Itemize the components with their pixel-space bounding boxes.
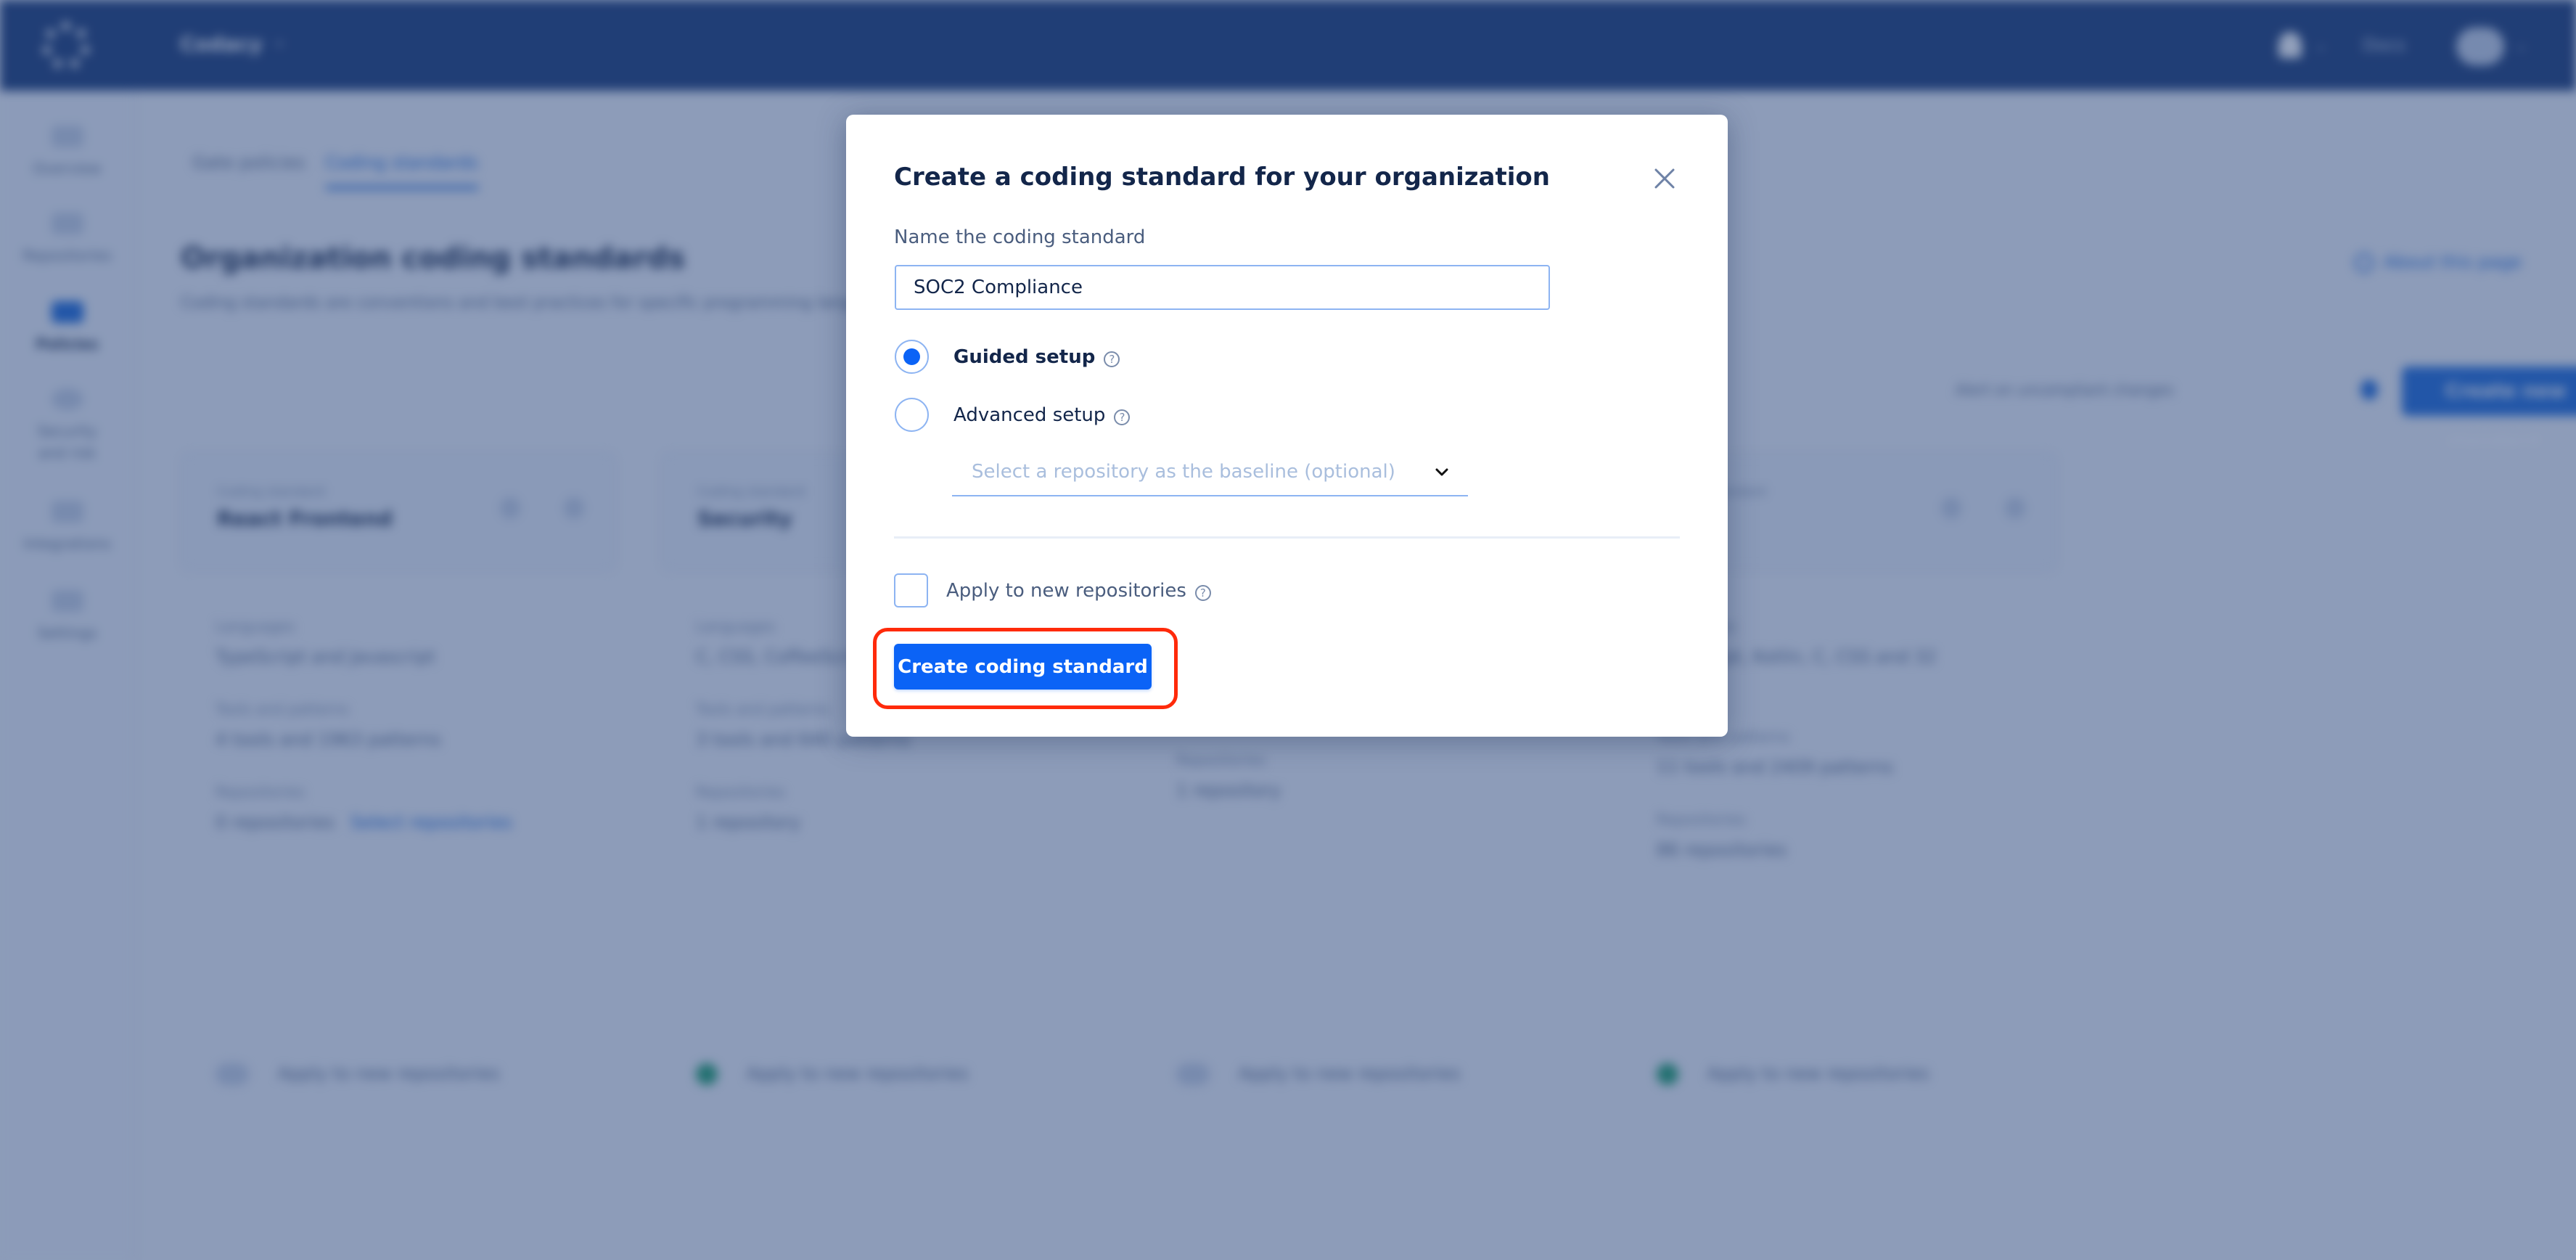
standard-name-input[interactable] <box>895 265 1550 310</box>
create-coding-standard-button[interactable]: Create coding standard <box>894 644 1152 690</box>
chevron-down-icon <box>1435 468 1448 476</box>
guided-setup-radio[interactable]: Guided setup? <box>895 340 1120 374</box>
radio-button[interactable] <box>895 340 929 374</box>
guided-setup-label: Guided setup? <box>953 346 1120 368</box>
help-icon[interactable]: ? <box>1114 409 1131 425</box>
radio-button[interactable] <box>895 398 929 432</box>
close-icon <box>1654 168 1675 189</box>
help-icon[interactable]: ? <box>1194 584 1211 601</box>
radio-label-text: Guided setup <box>953 345 1096 368</box>
radio-selected-dot <box>903 348 920 365</box>
create-coding-standard-dialog: Create a coding standard for your organi… <box>846 115 1728 737</box>
name-field-label: Name the coding standard <box>894 226 1146 248</box>
help-icon[interactable]: ? <box>1104 351 1120 367</box>
apply-new-repositories-label: Apply to new repositories? <box>946 580 1211 602</box>
divider <box>894 536 1680 539</box>
advanced-setup-label: Advanced setup? <box>953 404 1131 426</box>
dialog-title: Create a coding standard for your organi… <box>894 163 1550 192</box>
close-button[interactable] <box>1652 165 1678 192</box>
checkbox-label-text: Apply to new repositories <box>946 579 1186 602</box>
apply-new-repositories-option[interactable]: Apply to new repositories? <box>894 573 1211 608</box>
advanced-setup-radio[interactable]: Advanced setup? <box>895 398 1131 432</box>
radio-label-text: Advanced setup <box>953 404 1106 426</box>
baseline-repository-select[interactable]: Select a repository as the baseline (opt… <box>952 449 1468 496</box>
apply-new-repositories-checkbox[interactable] <box>894 573 928 608</box>
select-placeholder: Select a repository as the baseline (opt… <box>972 461 1395 483</box>
